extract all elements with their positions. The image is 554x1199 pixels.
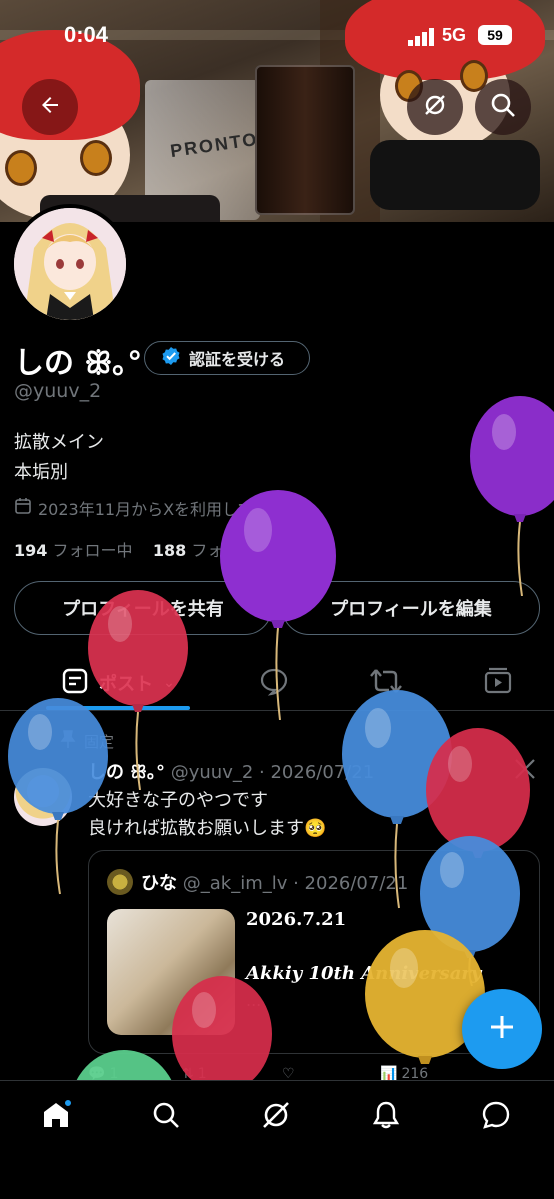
network-label: 5G (442, 25, 467, 45)
tab-posts-label: ポスト (99, 674, 154, 695)
chevron-right-icon: › (307, 497, 315, 519)
bottom-navigation (0, 1080, 554, 1199)
post-text-line-1: 大好きな子のやつです (88, 790, 268, 811)
profile-handle: @yuuv_2 (14, 380, 102, 402)
home-icon (41, 1098, 73, 1134)
verified-badge-icon (161, 346, 181, 370)
balloon-green (76, 1050, 172, 1080)
post-author-name: しの ꕥ｡° (88, 762, 165, 783)
battery-level: 59 (487, 27, 503, 43)
balloon-purple-right (470, 396, 554, 596)
share-profile-button[interactable]: プロフィールを共有 (14, 581, 272, 635)
signal-icon (408, 28, 436, 50)
nav-notifications[interactable] (356, 1095, 416, 1139)
pin-icon (60, 730, 76, 752)
repost-icon (369, 666, 403, 700)
reply-icon (259, 666, 289, 700)
search-icon (490, 92, 516, 122)
edit-profile-button[interactable]: プロフィールを編集 (282, 581, 540, 635)
quoted-ellipsis: ... (246, 991, 262, 1010)
calendar-icon (14, 497, 32, 519)
joined-date-text: 2023年11月からXを利用しています (38, 500, 302, 519)
bio-line-2: 本垢別 (14, 462, 68, 483)
balloon-red-right (426, 728, 530, 858)
plus-icon (488, 1013, 516, 1045)
chevron-down-icon: ⌄ (163, 675, 175, 691)
search-button[interactable] (475, 79, 531, 135)
tab-replies[interactable] (244, 660, 304, 706)
quoted-author-name: ひな (141, 873, 177, 894)
following-link[interactable]: 194 フォロー中 (14, 541, 133, 560)
pinned-label: 固定 (84, 732, 115, 751)
quoted-title: 2026.7.21 (246, 909, 347, 930)
battery-icon: 59 (478, 25, 512, 45)
grok-button[interactable] (407, 79, 463, 135)
post-author-meta: @yuuv_2 · 2026/07/21 (170, 762, 375, 783)
tab-reposts[interactable] (356, 660, 416, 706)
quoted-author-meta: @_ak_im_lv · 2026/07/21 (182, 873, 409, 894)
grok-icon (260, 1099, 292, 1135)
profile-display-name: しの ꕥ｡° (14, 346, 143, 381)
tab-media[interactable] (468, 660, 528, 706)
followers-link[interactable]: 188 フォロワー (153, 541, 272, 560)
search-icon (151, 1100, 181, 1134)
pinned-indicator: 固定 (60, 730, 114, 752)
nav-grok[interactable] (246, 1095, 306, 1139)
following-count: 194 (14, 541, 48, 560)
quoted-author-avatar (107, 869, 133, 895)
joined-date-row[interactable]: 2023年11月からXを利用しています › (14, 496, 315, 520)
get-verified-button[interactable]: 認証を受ける (144, 341, 310, 375)
media-icon (483, 666, 513, 700)
bio-line-1: 拡散メイン (14, 432, 104, 453)
compose-post-button[interactable] (462, 989, 542, 1069)
quoted-author-row: ひな @_ak_im_lv · 2026/07/21 (141, 869, 408, 895)
posts-icon (61, 667, 89, 699)
post-author-avatar[interactable] (14, 768, 72, 826)
arrow-left-icon (38, 93, 62, 121)
quoted-subtitle: Akkiy 10th Anniversary (246, 963, 482, 984)
back-button[interactable] (22, 79, 78, 135)
status-time: 0:04 (64, 22, 109, 47)
followers-count: 188 (152, 541, 187, 560)
notification-dot (63, 1098, 73, 1108)
tab-posts[interactable]: ポスト ⌄ (46, 660, 190, 706)
nav-messages[interactable] (466, 1095, 526, 1139)
grok-icon (422, 92, 448, 122)
following-label: フォロー中 (52, 541, 133, 560)
grok-post-icon[interactable] (512, 756, 538, 786)
message-icon (480, 1099, 512, 1135)
nav-search[interactable] (136, 1095, 196, 1139)
post-text-line-2: 良ければ拡散お願いします🥺 (88, 818, 327, 839)
followers-label: フォロワー (191, 541, 272, 560)
post-author-row[interactable]: しの ꕥ｡° @yuuv_2 · 2026/07/21 (88, 758, 374, 784)
get-verified-label: 認証を受ける (189, 350, 286, 369)
quoted-media-thumbnail[interactable] (107, 909, 235, 1035)
nav-home[interactable] (26, 1095, 86, 1139)
bell-icon (371, 1100, 401, 1134)
follow-stats: 194 フォロー中 188 フォロワー (14, 537, 271, 561)
profile-avatar[interactable] (10, 204, 130, 324)
tab-divider (0, 710, 554, 711)
